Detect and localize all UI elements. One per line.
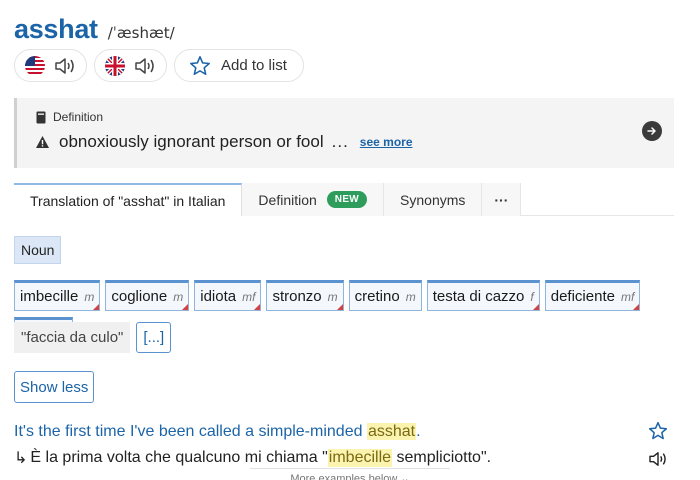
translation-chip[interactable]: imbecille m bbox=[14, 280, 101, 311]
example-speaker-icon[interactable] bbox=[648, 451, 668, 467]
translation-chip[interactable]: idiota mf bbox=[194, 280, 262, 311]
headword: asshat bbox=[14, 14, 98, 44]
definition-line: obnoxiously ignorant person or fool ... … bbox=[35, 132, 413, 152]
show-less-button[interactable]: Show less bbox=[14, 371, 95, 403]
example-it-highlight: imbecille bbox=[327, 449, 393, 467]
tab-synonyms[interactable]: Synonyms bbox=[384, 183, 483, 216]
tab-definition-label: Definition bbox=[258, 191, 317, 208]
definition-heading-label: Definition bbox=[53, 110, 104, 124]
translation-chip[interactable]: deficiente mf bbox=[544, 280, 641, 311]
translation-word: stronzo bbox=[272, 288, 322, 305]
star-icon bbox=[190, 55, 210, 75]
translation-word: cretino bbox=[354, 288, 400, 305]
example-star-icon[interactable] bbox=[648, 421, 668, 441]
audio-row: Add to list bbox=[14, 49, 304, 82]
translation-chip[interactable]: cretino m bbox=[348, 280, 422, 311]
translation-chip[interactable]: testa di cazzo f bbox=[426, 280, 540, 311]
more-examples-link[interactable]: More examples below ⌄ bbox=[250, 468, 450, 480]
warning-icon bbox=[36, 136, 49, 148]
gender-label: m bbox=[84, 289, 95, 304]
example-en-before: It's the first time I've been called a s… bbox=[14, 423, 367, 440]
add-to-list-button[interactable]: Add to list bbox=[174, 49, 304, 82]
corner-marker bbox=[336, 304, 343, 310]
us-audio-button[interactable] bbox=[14, 49, 87, 82]
uk-flag-icon bbox=[105, 55, 125, 76]
pronunciation-ipa: /ˈæshæt/ bbox=[107, 24, 175, 42]
more-icon: ··· bbox=[494, 191, 509, 208]
definition-ellipsis: ... bbox=[331, 132, 349, 151]
example-en-highlight: asshat bbox=[366, 423, 417, 440]
new-badge: NEW bbox=[326, 191, 368, 208]
corner-marker bbox=[182, 304, 189, 310]
part-of-speech-badge: Noun bbox=[14, 236, 62, 264]
translation-chip[interactable]: coglione m bbox=[105, 280, 190, 311]
uk-audio-button[interactable] bbox=[94, 49, 167, 82]
us-flag-icon bbox=[25, 55, 45, 76]
tab-bar: Translation of "asshat" in Italian Defin… bbox=[14, 183, 674, 216]
example-en-after: . bbox=[416, 423, 421, 440]
translation-word: coglione bbox=[111, 288, 168, 305]
definition-text: obnoxiously ignorant person or fool bbox=[59, 132, 324, 151]
tab-synonyms-label: Synonyms bbox=[400, 191, 466, 208]
gender-label: mf bbox=[620, 289, 635, 304]
add-to-list-label: Add to list bbox=[221, 57, 287, 74]
example-english: It's the first time I've been called a s… bbox=[14, 423, 421, 441]
tab-translation[interactable]: Translation of "asshat" in Italian bbox=[14, 183, 243, 216]
entry-header: asshat /ˈæshæt/ bbox=[14, 14, 175, 45]
tab-definition[interactable]: Definition NEW bbox=[242, 183, 385, 216]
translation-word: testa di cazzo bbox=[432, 288, 525, 305]
tab-translation-label: Translation of "asshat" in Italian bbox=[30, 192, 226, 209]
book-icon bbox=[36, 111, 46, 123]
definition-arrow-button[interactable] bbox=[642, 121, 662, 141]
example-it-prefix: ↳ bbox=[14, 450, 28, 467]
speaker-icon bbox=[135, 57, 154, 74]
extra-translation-chip[interactable]: "faccia da culo" bbox=[14, 322, 131, 353]
gender-label: f bbox=[530, 289, 534, 304]
see-more-link[interactable]: see more bbox=[360, 135, 413, 149]
tab-more[interactable]: ··· bbox=[482, 183, 522, 216]
example-italian: ↳ È la prima volta che qualcuno mi chiama… bbox=[14, 448, 491, 468]
translations-extra-row: "faccia da culo" [...] bbox=[14, 322, 172, 353]
arrow-right-icon bbox=[647, 127, 656, 135]
definition-panel: Definition obnoxiously ignorant person o… bbox=[14, 98, 674, 168]
translation-word: imbecille bbox=[20, 288, 79, 305]
gender-label: m bbox=[173, 289, 184, 304]
corner-marker bbox=[254, 304, 261, 310]
speaker-icon bbox=[55, 57, 74, 74]
example-it-before: È la prima volta che qualcuno mi chiama … bbox=[30, 449, 328, 466]
translation-word: deficiente bbox=[550, 288, 615, 305]
example-it-after: sempliciotto". bbox=[392, 449, 492, 466]
corner-marker bbox=[93, 304, 100, 310]
expand-translations-button[interactable]: [...] bbox=[136, 322, 172, 353]
corner-marker bbox=[633, 304, 640, 310]
gender-label: m bbox=[327, 289, 338, 304]
corner-marker bbox=[532, 304, 539, 310]
translation-chip[interactable]: stronzo m bbox=[266, 280, 344, 311]
translation-word: idiota bbox=[200, 288, 237, 305]
gender-label: mf bbox=[242, 289, 256, 304]
gender-label: m bbox=[405, 289, 416, 304]
definition-heading: Definition bbox=[35, 110, 103, 124]
